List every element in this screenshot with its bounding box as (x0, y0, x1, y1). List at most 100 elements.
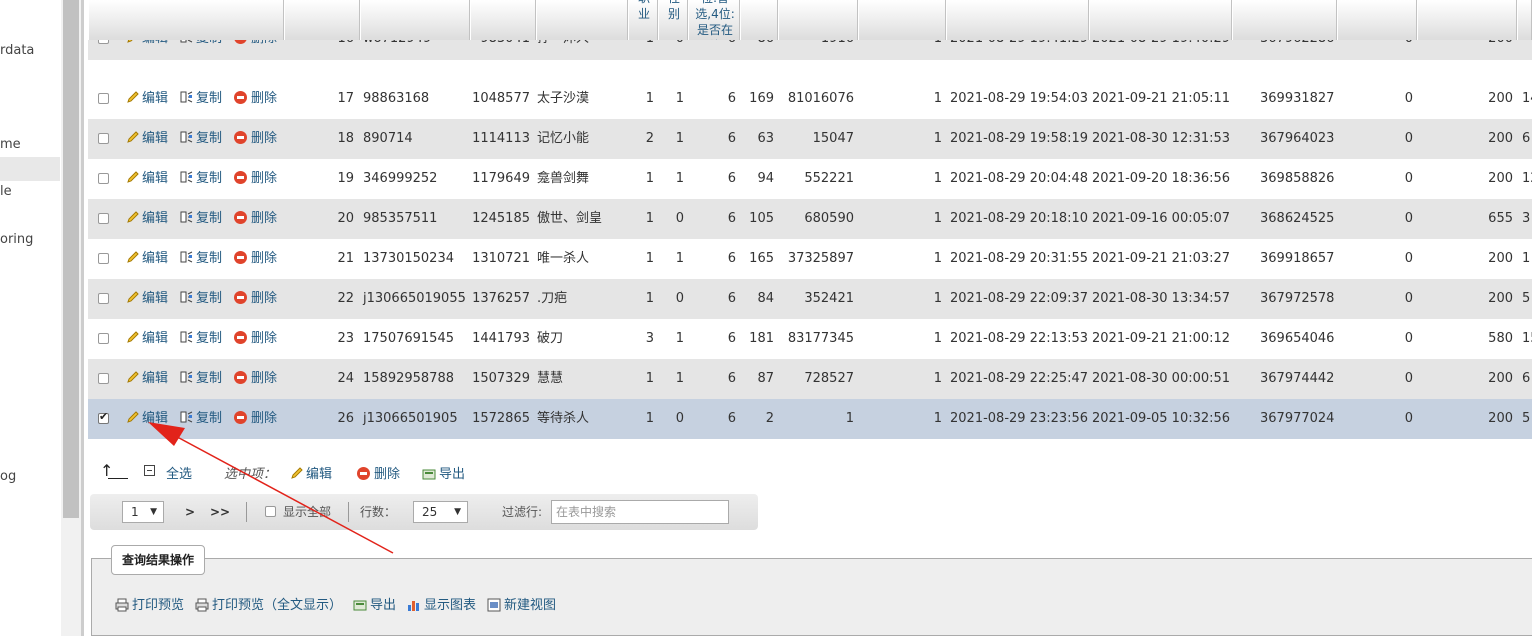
row-checkbox[interactable] (98, 253, 109, 264)
row-checkbox[interactable] (98, 333, 109, 344)
table-row[interactable]: 编辑复制删除16wo712949983041孙一沐人10686191612021… (88, 40, 1532, 60)
header-gender-label[interactable]: 性 别 (663, 0, 685, 22)
delete-row-link[interactable]: 删除 (234, 319, 277, 359)
cell-c2: 0 (675, 411, 684, 426)
copy-row-link[interactable]: 复制 (180, 279, 222, 319)
row-checkbox[interactable] (98, 40, 109, 44)
cell-t1: 2021-08-29 22:13:53 (950, 331, 1089, 346)
copy-row-link[interactable]: 复制 (180, 319, 222, 359)
cell-c5: 552221 (804, 171, 854, 186)
cell-t2: 2021-09-05 10:32:56 (1092, 411, 1231, 426)
edit-row-label: 编辑 (142, 131, 169, 146)
cell-c5: 1 (845, 411, 854, 426)
delete-row-link[interactable]: 删除 (234, 119, 277, 159)
show-all-checkbox[interactable] (265, 506, 276, 517)
edit-row-link[interactable]: 编辑 (126, 40, 168, 59)
cell-n3: 200 (1488, 371, 1513, 386)
cell-t1: 2021-08-29 22:09:37 (950, 291, 1089, 306)
print-preview-link[interactable]: 打印预览 (115, 594, 184, 613)
cell-c1: 1 (628, 40, 654, 59)
copy-row-link[interactable]: 复制 (180, 40, 222, 59)
edit-row-link[interactable]: 编辑 (126, 79, 168, 119)
edit-row-link[interactable]: 编辑 (126, 159, 168, 199)
row-checkbox[interactable] (98, 373, 109, 384)
select-all-link[interactable]: 全选 (166, 463, 192, 482)
sidebar-item[interactable]: le (0, 184, 12, 199)
row-checkbox[interactable] (98, 293, 109, 304)
last-page-button[interactable]: >> (210, 494, 230, 530)
row-checkbox[interactable] (98, 213, 109, 224)
edit-row-link[interactable]: 编辑 (126, 399, 168, 439)
edit-row-link[interactable]: 编辑 (126, 279, 168, 319)
cell-c4: 105 (749, 211, 774, 226)
sidebar-item[interactable]: og (0, 469, 16, 484)
edit-row-link[interactable]: 编辑 (126, 119, 168, 159)
create-view-link[interactable]: 新建视图 (487, 594, 556, 613)
cell-c6: 1 (933, 371, 942, 386)
copy-row-link[interactable]: 复制 (180, 79, 222, 119)
show-all-label[interactable]: 显示全部 (283, 494, 331, 530)
sidebar-item[interactable]: me (0, 137, 21, 152)
cell-t2: 2021-08-30 12:31:53 (1092, 131, 1231, 146)
sidebar-scrollbar-thumb[interactable] (63, 0, 79, 518)
table-row[interactable]: 编辑 复制 删除 19 346999252 1179649 龛兽剑舞 1 1 6 94 552221 1… (88, 159, 1532, 199)
select-all-checkbox[interactable] (144, 465, 155, 476)
cell-c4: 86 (740, 40, 774, 59)
delete-row-link[interactable]: 删除 (234, 239, 277, 279)
print-preview-full-link[interactable]: 打印预览（全文显示） (195, 594, 342, 613)
copy-row-link[interactable]: 复制 (180, 359, 222, 399)
row-checkbox[interactable] (98, 93, 109, 104)
cell-name: 记忆小能 (537, 131, 590, 146)
delete-row-link[interactable]: 删除 (234, 279, 277, 319)
delete-row-link[interactable]: 删除 (234, 359, 277, 399)
edit-row-link[interactable]: 编辑 (126, 199, 168, 239)
edit-row-link[interactable]: 编辑 (126, 319, 168, 359)
table-row[interactable]: 编辑 复制 删除 18 890714 1114113 记忆小能 2 1 6 63 15047 1 2021… (88, 119, 1532, 159)
filter-rows-input[interactable]: 在表中搜索 (551, 500, 729, 524)
table-row[interactable]: 编辑 复制 删除 17 98863168 1048577 太子沙漠 1 1 6 169 8101607… (88, 79, 1532, 119)
sidebar-selected-item[interactable] (0, 157, 60, 181)
edit-row-link[interactable]: 编辑 (126, 359, 168, 399)
copy-row-link[interactable]: 复制 (180, 399, 222, 439)
panel-divider[interactable] (81, 0, 84, 636)
cell-id: 16 (304, 40, 354, 59)
delete-row-link[interactable]: 删除 (234, 199, 277, 239)
export-link[interactable]: 导出 (353, 594, 396, 613)
cell-extra: 6 (1522, 371, 1531, 386)
row-checkbox[interactable] (98, 133, 109, 144)
delete-row-link[interactable]: 删除 (234, 399, 277, 439)
sidebar-item[interactable]: rdata (0, 43, 34, 58)
display-chart-link[interactable]: 显示图表 (407, 594, 476, 613)
next-page-button[interactable]: > (185, 494, 195, 530)
table-row[interactable]: 编辑 复制 删除 24 15892958788 1507329 慧慧 1 1 6 87 728527 1… (88, 359, 1532, 399)
copy-row-link[interactable]: 复制 (180, 199, 222, 239)
rows-per-page-select[interactable]: 25 ▼ (413, 501, 468, 523)
copy-row-link[interactable]: 复制 (180, 119, 222, 159)
delete-row-link[interactable]: 删除 (234, 79, 277, 119)
cell-n1: 369931827 (1260, 91, 1335, 106)
table-row[interactable]: 编辑 复制 删除 22 j130665019055 1376257 .刀疤 1 0 6 84 3524… (88, 279, 1532, 319)
page-select-value: 1 (131, 505, 139, 519)
delete-row-link[interactable]: 删除 (234, 159, 277, 199)
cell-extra: 5 (1522, 411, 1531, 426)
row-checkbox[interactable] (98, 410, 109, 424)
pencil-icon (127, 91, 139, 103)
sidebar-item[interactable]: oring (0, 232, 33, 247)
cell-n2: 0 (1337, 40, 1413, 59)
bulk-edit-button[interactable]: 编辑 (290, 463, 332, 482)
table-row[interactable]: 编辑 复制 删除 21 13730150234 1310721 唯一杀人 1 1 6 165 3732… (88, 239, 1532, 279)
cell-t2: 2021-08-30 00:00:51 (1092, 371, 1231, 386)
copy-row-link[interactable]: 复制 (180, 159, 222, 199)
table-row[interactable]: 编辑 复制 删除 20 985357511 1245185 傲世、剑皇 1 0 6 105 68059… (88, 199, 1532, 239)
edit-row-link[interactable]: 编辑 (126, 239, 168, 279)
bulk-export-button[interactable]: 导出 (422, 463, 465, 482)
table-row[interactable]: 编辑 复制 删除 23 17507691545 1441793 破刀 3 1 6 181 831773… (88, 319, 1532, 359)
delete-row-link[interactable]: 删除 (234, 40, 277, 59)
copy-row-link[interactable]: 复制 (180, 239, 222, 279)
page-select[interactable]: 1 ▼ (122, 501, 164, 523)
row-checkbox[interactable] (98, 173, 109, 184)
header-occupation-label[interactable]: 职 业 (633, 0, 655, 22)
bulk-delete-button[interactable]: 删除 (357, 463, 400, 482)
cell-n2: 0 (1404, 211, 1413, 226)
table-row[interactable]: 编辑复制删除26j130665019051572865等待杀人106211202… (88, 399, 1532, 439)
